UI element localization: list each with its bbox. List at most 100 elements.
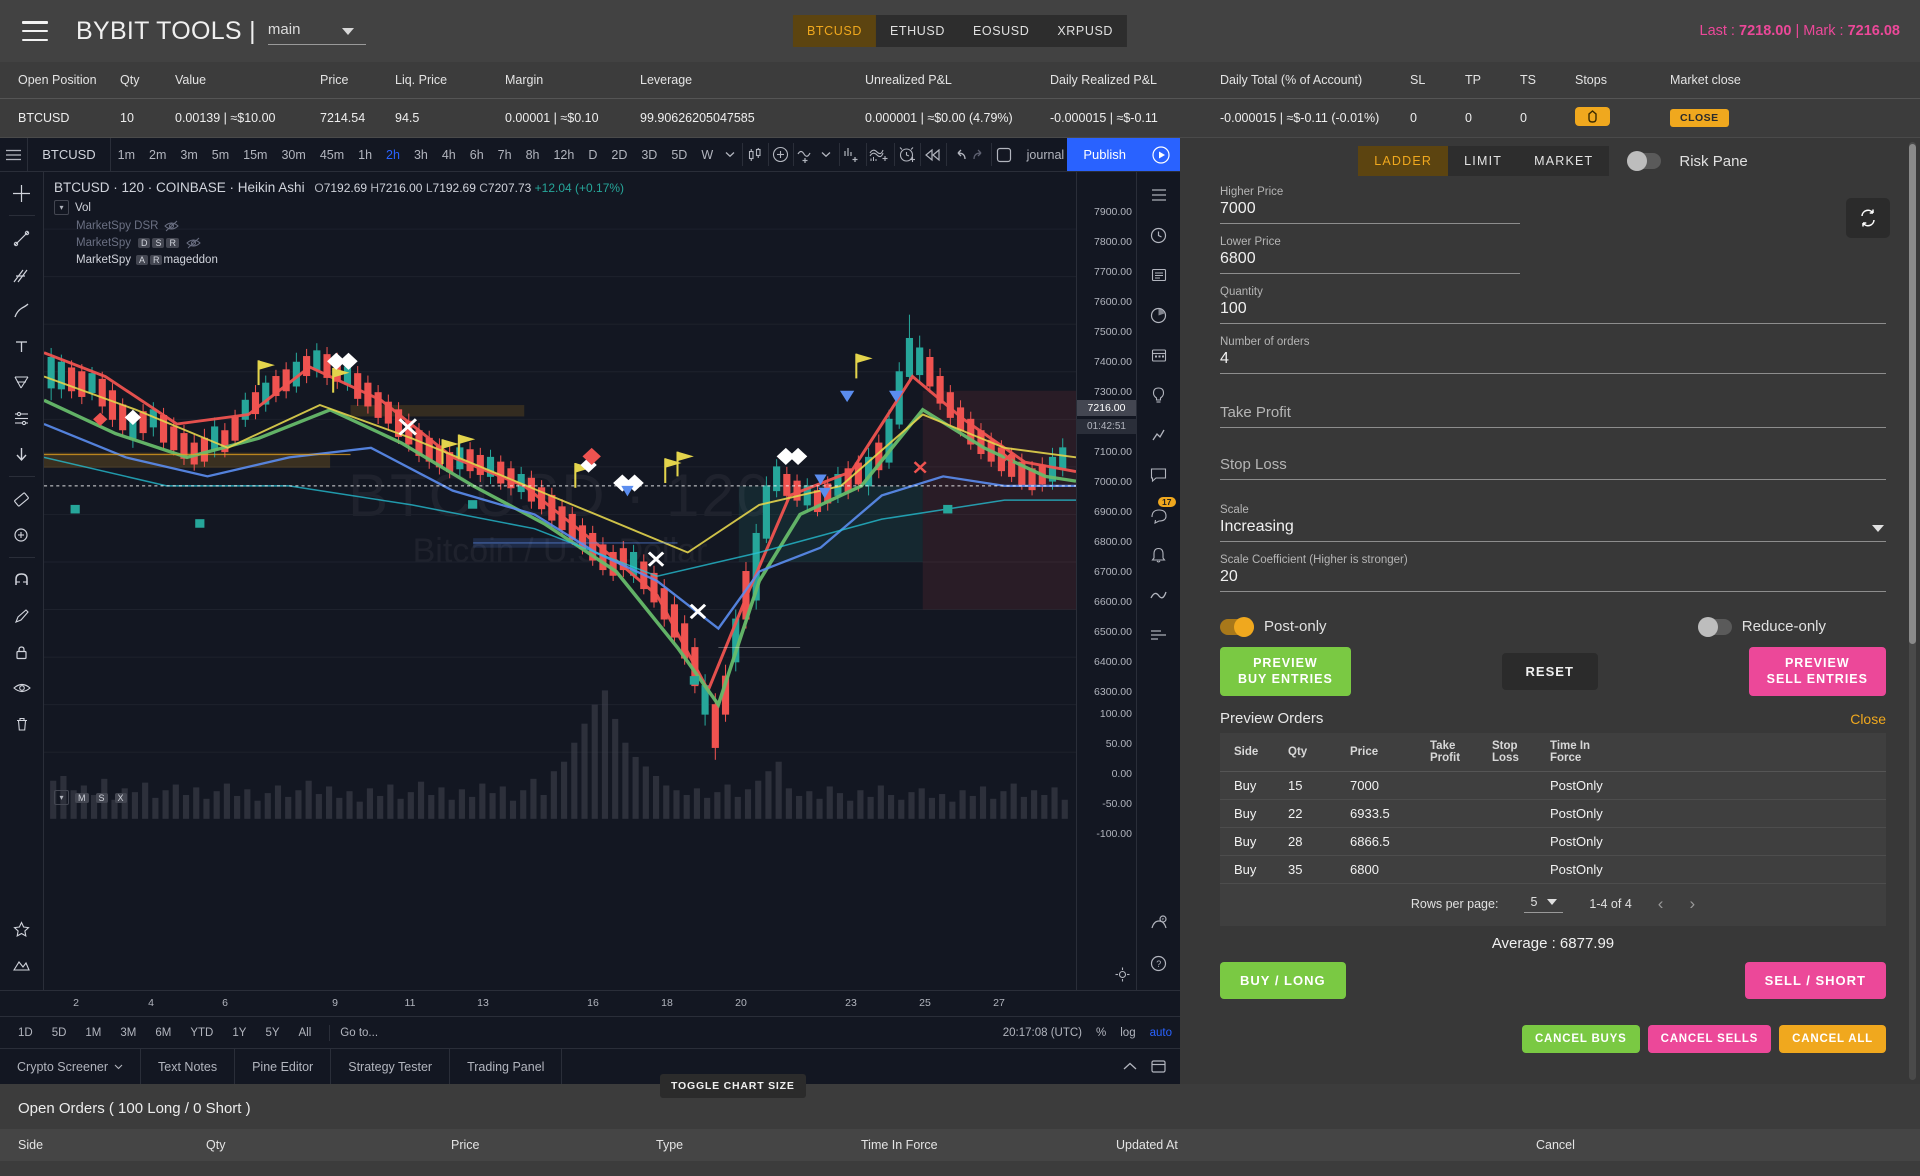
delete-drawings-icon[interactable] [5,707,39,741]
number-of-orders-field[interactable]: Number of orders 4 [1220,336,1886,374]
replay-icon[interactable] [923,138,943,171]
higher-price-field[interactable]: Higher Price 7000 [1220,186,1520,224]
lower-price-field[interactable]: Lower Price 6800 [1220,236,1520,274]
resolution-45m[interactable]: 45m [313,138,351,171]
resolution-w[interactable]: W [694,138,720,171]
range-6m[interactable]: 6M [147,1024,179,1042]
cancel-buys-button[interactable]: CANCEL BUYS [1521,1025,1640,1054]
publish-button[interactable]: Publish [1067,138,1142,171]
stay-in-drawing-mode-icon[interactable] [5,599,39,633]
percent-scale-button[interactable]: % [1096,1027,1106,1039]
undo-icon[interactable] [950,138,969,171]
add-template-icon[interactable] [869,138,891,171]
ideas-icon[interactable] [1142,378,1176,412]
cancel-sells-button[interactable]: CANCEL SELLS [1647,1025,1772,1054]
axis-settings-icon[interactable] [1115,967,1130,982]
chart-symbol-button[interactable]: BTCUSD [28,138,111,171]
resolution-3h[interactable]: 3h [407,138,435,171]
resolution-15m[interactable]: 15m [236,138,274,171]
quantity-field[interactable]: Quantity 100 [1220,286,1886,324]
price-axis[interactable]: 7900.00 7800.00 7700.00 7600.00 7500.00 … [1076,172,1136,990]
range-1m[interactable]: 1M [77,1024,109,1042]
range-ytd[interactable]: YTD [182,1024,221,1042]
zoom-in-icon[interactable] [5,518,39,552]
journal-button[interactable]: journal [1014,138,1068,171]
auto-scale-button[interactable]: auto [1150,1027,1172,1039]
time-axis[interactable]: 2 4 6 9 11 13 16 18 20 23 25 27 [0,990,1180,1016]
alerts-clock-icon[interactable] [1142,218,1176,252]
number-of-orders-input[interactable]: 4 [1220,350,1886,374]
lower-price-input[interactable]: 6800 [1220,250,1520,274]
range-5d[interactable]: 5D [44,1024,75,1042]
preview-buy-entries-button[interactable]: PREVIEW BUY ENTRIES [1220,647,1351,697]
chat-icon[interactable] [1142,458,1176,492]
indicator-chevron-icon[interactable] [817,138,836,171]
scale-select[interactable]: Increasing [1220,518,1886,542]
rows-per-page-select[interactable]: 5 [1524,895,1564,914]
calendar-icon[interactable] [1142,338,1176,372]
post-only-toggle[interactable] [1220,616,1254,637]
take-profit-field[interactable]: Take Profit [1220,404,1886,428]
preview-sell-entries-button[interactable]: PREVIEW SELL ENTRIES [1748,647,1886,697]
broker-icon[interactable]: P [1142,906,1176,940]
toolbar-menu-icon[interactable] [0,138,29,171]
sell-short-button[interactable]: SELL / SHORT [1744,962,1886,1000]
tab-pine-editor[interactable]: Pine Editor [235,1049,332,1084]
resolution-5d[interactable]: 5D [664,138,694,171]
stop-loss-input[interactable]: Stop Loss [1220,456,1886,480]
text-tool-icon[interactable] [5,329,39,363]
chart-clock[interactable]: 20:17:08 (UTC) [1003,1027,1082,1039]
ruler-icon[interactable] [5,482,39,516]
orderbook-icon[interactable] [1142,618,1176,652]
mode-tab-ladder[interactable]: LADDER [1358,146,1449,176]
resolution-7h[interactable]: 7h [491,138,519,171]
mode-tab-limit[interactable]: LIMIT [1448,146,1519,176]
scale-select-field[interactable]: Scale Increasing [1220,504,1886,542]
drawings-panel-icon[interactable] [5,948,39,982]
collapse-panel-icon[interactable] [1123,1062,1137,1071]
bell-icon[interactable] [1142,538,1176,572]
next-page-icon[interactable]: › [1689,894,1695,914]
forecast-icon[interactable] [5,401,39,435]
resolution-d[interactable]: D [581,138,604,171]
chart-type-candles-icon[interactable] [746,138,765,171]
resolution-30m[interactable]: 30m [274,138,312,171]
symbol-tab-ethusd[interactable]: ETHUSD [875,15,959,47]
resolution-4h[interactable]: 4h [435,138,463,171]
take-profit-input[interactable]: Take Profit [1220,404,1886,428]
redo-icon[interactable] [969,138,988,171]
log-scale-button[interactable]: log [1120,1027,1135,1039]
branch-select[interactable]: main [267,17,366,45]
hotlist-icon[interactable] [1142,418,1176,452]
range-1d[interactable]: 1D [10,1024,41,1042]
resolution-2d[interactable]: 2D [604,138,634,171]
tab-crypto-screener[interactable]: Crypto Screener [0,1049,142,1084]
buy-long-button[interactable]: BUY / LONG [1220,962,1346,1000]
lock-icon[interactable] [5,635,39,669]
alert-add-icon[interactable] [898,138,917,171]
add-strategy-icon[interactable] [843,138,863,171]
range-5y[interactable]: 5Y [257,1024,287,1042]
prev-page-icon[interactable]: ‹ [1658,894,1664,914]
go-to-date-button[interactable]: Go to... [340,1027,378,1039]
resolution-1h[interactable]: 1h [351,138,379,171]
pitchfork-icon[interactable] [5,257,39,291]
tab-text-notes[interactable]: Text Notes [141,1049,236,1084]
tab-trading-panel[interactable]: Trading Panel [450,1049,563,1084]
trend-line-icon[interactable] [5,221,39,255]
resolution-3m[interactable]: 3m [173,138,204,171]
add-indicator-icon[interactable] [797,138,817,171]
chart-canvas[interactable]: BTCUSD · 120 · COINBASE · Heikin Ashi O7… [44,172,1076,990]
hamburger-icon[interactable] [22,21,48,41]
tab-strategy-tester[interactable]: Strategy Tester [331,1049,451,1084]
symbol-tab-eosusd[interactable]: EOSUSD [958,15,1044,47]
range-all[interactable]: All [291,1024,320,1042]
resolution-5m[interactable]: 5m [205,138,236,171]
market-close-button[interactable]: CLOSE [1670,109,1729,127]
mode-tab-market[interactable]: MARKET [1518,146,1610,176]
play-icon[interactable] [1141,138,1180,171]
higher-price-input[interactable]: 7000 [1220,200,1520,224]
maximize-panel-icon[interactable] [1151,1060,1166,1073]
streams-icon[interactable] [1142,578,1176,612]
resolution-12h[interactable]: 12h [546,138,581,171]
